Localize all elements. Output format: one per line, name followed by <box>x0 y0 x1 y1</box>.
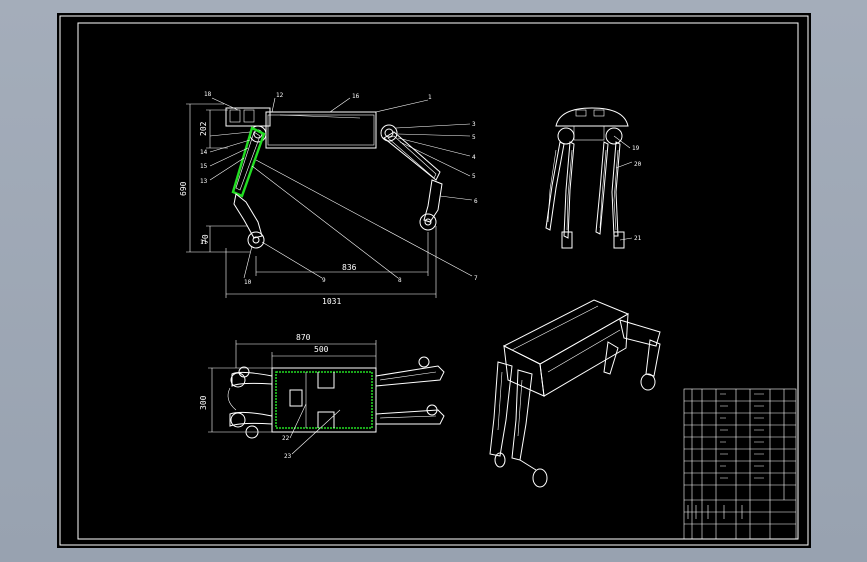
label-18: 18 <box>204 91 212 98</box>
dim-body-height: 202 <box>199 121 208 136</box>
label-9: 9 <box>322 277 326 284</box>
label-5b: 5 <box>472 173 476 180</box>
label-19: 19 <box>632 145 640 152</box>
inner-border <box>77 22 799 540</box>
label-10: 10 <box>244 279 252 286</box>
label-6: 6 <box>474 198 478 205</box>
label-4: 4 <box>472 154 476 161</box>
top-view: 870 500 300 22 23 <box>199 333 445 460</box>
dim-wheel-height: 70 <box>201 234 210 244</box>
dim-wheelbase: 836 <box>342 263 357 272</box>
title-block <box>683 388 797 540</box>
label-5a: 5 <box>472 134 476 141</box>
label-13: 13 <box>200 178 208 185</box>
isometric-view <box>489 299 661 488</box>
label-16: 16 <box>352 93 360 100</box>
dim-total-height: 690 <box>179 181 188 196</box>
label-7: 7 <box>474 275 478 282</box>
dim-overall-length: 1031 <box>322 297 341 306</box>
dim-top-overall-length: 870 <box>296 333 311 342</box>
side-view: 19 20 21 <box>545 107 642 249</box>
label-14: 14 <box>200 149 208 156</box>
label-21: 21 <box>634 235 642 242</box>
label-12: 12 <box>276 92 284 99</box>
drawing-sheet: 18 12 16 1 3 5 4 5 6 14 15 13 11 10 9 8 … <box>57 13 811 548</box>
label-22: 22 <box>282 435 290 442</box>
front-view: 18 12 16 1 3 5 4 5 6 14 15 13 11 10 9 8 … <box>179 91 478 306</box>
label-15: 15 <box>200 163 208 170</box>
outer-border <box>59 15 809 546</box>
label-1: 1 <box>428 94 432 101</box>
label-3: 3 <box>472 121 476 128</box>
dim-top-width: 300 <box>199 395 208 410</box>
cad-drawing: 18 12 16 1 3 5 4 5 6 14 15 13 11 10 9 8 … <box>59 15 809 546</box>
dim-top-body-length: 500 <box>314 345 329 354</box>
label-23: 23 <box>284 453 292 460</box>
label-20: 20 <box>634 161 642 168</box>
label-8: 8 <box>398 277 402 284</box>
